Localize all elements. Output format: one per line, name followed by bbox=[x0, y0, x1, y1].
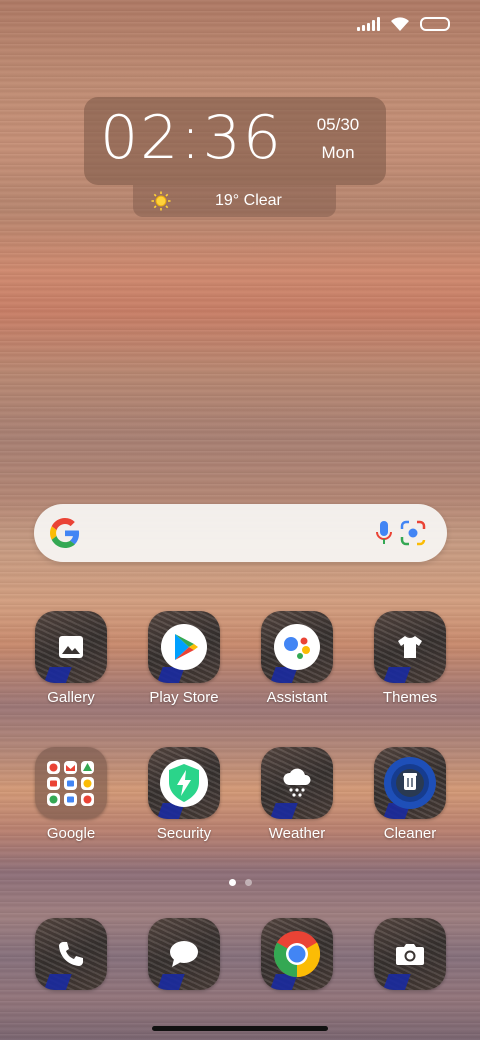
page-dot bbox=[245, 879, 252, 886]
clock-time: 02:36 bbox=[100, 103, 283, 173]
app-security[interactable]: Security bbox=[139, 747, 229, 842]
app-label: Google bbox=[46, 825, 96, 842]
app-label: Assistant bbox=[266, 689, 328, 706]
page-dot-active bbox=[229, 879, 236, 886]
clock-date: 05/30 bbox=[316, 115, 360, 134]
lens-icon[interactable] bbox=[400, 520, 426, 546]
chrome-icon bbox=[273, 931, 321, 978]
tshirt-icon bbox=[398, 636, 422, 658]
app-themes[interactable]: Themes bbox=[365, 611, 455, 706]
weather-widget[interactable]: 19° Clear bbox=[133, 185, 336, 217]
status-bar bbox=[357, 16, 450, 32]
folder-google[interactable]: Google bbox=[26, 747, 116, 842]
app-label: Gallery bbox=[47, 689, 95, 706]
app-label: Security bbox=[156, 825, 212, 842]
battery-icon bbox=[420, 17, 450, 31]
signal-icon bbox=[357, 17, 380, 31]
app-gallery[interactable]: Gallery bbox=[26, 611, 116, 706]
home-indicator[interactable] bbox=[152, 1026, 328, 1031]
folder-icon bbox=[47, 761, 94, 806]
message-icon bbox=[170, 941, 198, 967]
gallery-icon bbox=[59, 636, 83, 658]
play-store-icon bbox=[161, 624, 207, 670]
app-play-store[interactable]: Play Store bbox=[139, 611, 229, 706]
cloud-snow-icon bbox=[283, 768, 311, 797]
dock-messages[interactable] bbox=[139, 918, 229, 990]
dock-phone[interactable] bbox=[26, 918, 116, 990]
mic-icon[interactable] bbox=[376, 520, 392, 546]
phone-icon bbox=[59, 942, 83, 966]
google-g-icon bbox=[50, 518, 80, 548]
weather-text: 19° Clear bbox=[215, 192, 282, 209]
dock-chrome[interactable] bbox=[252, 918, 342, 990]
sun-icon bbox=[151, 191, 171, 211]
app-assistant[interactable]: Assistant bbox=[252, 611, 342, 706]
google-search-bar[interactable] bbox=[34, 504, 447, 562]
security-icon bbox=[160, 759, 208, 807]
app-label: Cleaner bbox=[383, 825, 437, 842]
app-label: Play Store bbox=[149, 689, 219, 706]
app-weather[interactable]: Weather bbox=[252, 747, 342, 842]
page-indicator bbox=[229, 879, 252, 886]
cleaner-icon bbox=[384, 757, 436, 809]
clock-widget[interactable]: 02:36 05/30 Mon bbox=[84, 97, 386, 185]
clock-day: Mon bbox=[321, 143, 355, 162]
app-label: Themes bbox=[382, 689, 438, 706]
dock-camera[interactable] bbox=[365, 918, 455, 990]
wifi-icon bbox=[391, 17, 409, 31]
app-label: Weather bbox=[268, 825, 326, 842]
assistant-icon bbox=[274, 624, 320, 670]
camera-icon bbox=[396, 944, 424, 965]
app-cleaner[interactable]: Cleaner bbox=[365, 747, 455, 842]
